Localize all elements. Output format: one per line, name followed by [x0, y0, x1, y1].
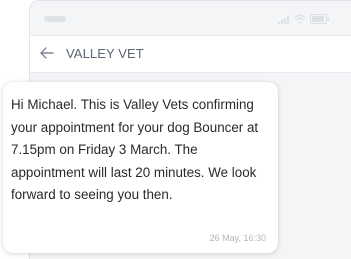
message-bubble: Hi Michael. This is Valley Vets confirmi…: [3, 82, 278, 253]
message-timestamp: 26 May, 16:30: [209, 233, 266, 243]
status-bar: [30, 1, 351, 35]
message-text: Hi Michael. This is Valley Vets confirmi…: [11, 97, 259, 202]
conversation-title: VALLEY VET: [66, 46, 144, 61]
battery-icon: [310, 14, 330, 24]
status-bar-pill: [44, 16, 66, 22]
signal-icon: [278, 15, 290, 24]
arrow-left-icon[interactable]: [39, 46, 55, 60]
app-header: VALLEY VET: [30, 35, 351, 73]
status-icons: [278, 13, 330, 25]
wifi-icon: [294, 14, 306, 24]
